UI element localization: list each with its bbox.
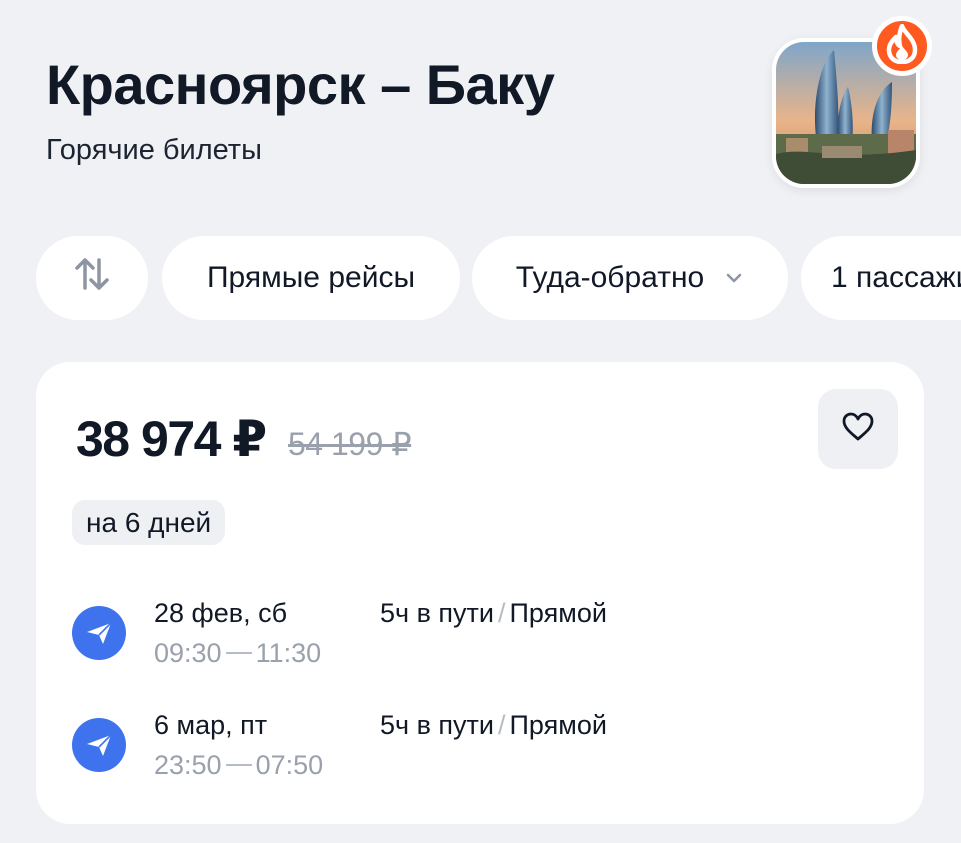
hot-tickets-page: Красноярск – Баку Горячие билеты Прямые … [0, 0, 961, 843]
trip-duration-badge: на 6 дней [72, 500, 226, 545]
filter-chips: Прямые рейсы Туда-обратно 1 пассажир [36, 236, 961, 320]
segment-date: 28 фев, сб [154, 598, 288, 628]
plane-icon [72, 718, 126, 772]
stops-label: Прямой [509, 598, 607, 628]
ticket-price: 38 974 ₽ [76, 411, 267, 467]
time-separator [225, 763, 252, 766]
chevron-down-icon [724, 268, 744, 288]
travel-time: 5ч в пути [380, 710, 494, 740]
page-subtitle: Горячие билеты [46, 134, 262, 166]
favorite-button[interactable] [818, 389, 898, 469]
trip-type-dropdown[interactable]: Туда-обратно [472, 236, 788, 320]
travel-time: 5ч в пути [380, 598, 494, 628]
segment-info: 5ч в пути / Прямой [380, 710, 607, 741]
departure-time: 09:30 [154, 638, 222, 668]
heart-icon [841, 411, 875, 448]
trip-type-label: Туда-обратно [515, 261, 705, 294]
passengers-chip[interactable]: 1 пассажир [801, 236, 961, 320]
page-title: Красноярск – Баку [46, 53, 555, 116]
segment-times: 23:50 07:50 [154, 750, 323, 781]
ticket-card[interactable]: 38 974 ₽ 54 199 ₽ на 6 дней 28 фев, сб 0… [36, 362, 924, 824]
flight-segment: 28 фев, сб 09:30 11:30 5ч в пути / Прямой [70, 598, 870, 678]
hot-badge [872, 16, 932, 76]
stops-label: Прямой [509, 710, 607, 740]
fire-icon [885, 23, 919, 69]
direct-flights-label: Прямые рейсы [206, 261, 416, 294]
departure-time: 23:50 [154, 750, 222, 780]
flight-segment: 6 мар, пт 23:50 07:50 5ч в пути / Прямой [70, 710, 870, 790]
segment-info: 5ч в пути / Прямой [380, 598, 607, 629]
old-price: 54 199 ₽ [288, 426, 412, 462]
arrival-time: 11:30 [255, 638, 322, 668]
arrival-time: 07:50 [255, 750, 324, 780]
time-separator [225, 651, 252, 654]
plane-icon [72, 606, 126, 660]
passengers-label: 1 пассажир [831, 261, 961, 294]
segment-date: 6 мар, пт [154, 710, 268, 740]
info-separator: / [498, 710, 506, 740]
swap-arrows-icon [72, 254, 112, 302]
info-separator: / [498, 598, 506, 628]
segment-times: 09:30 11:30 [154, 638, 321, 669]
direct-flights-chip[interactable]: Прямые рейсы [162, 236, 460, 320]
swap-direction-button[interactable] [36, 236, 148, 320]
